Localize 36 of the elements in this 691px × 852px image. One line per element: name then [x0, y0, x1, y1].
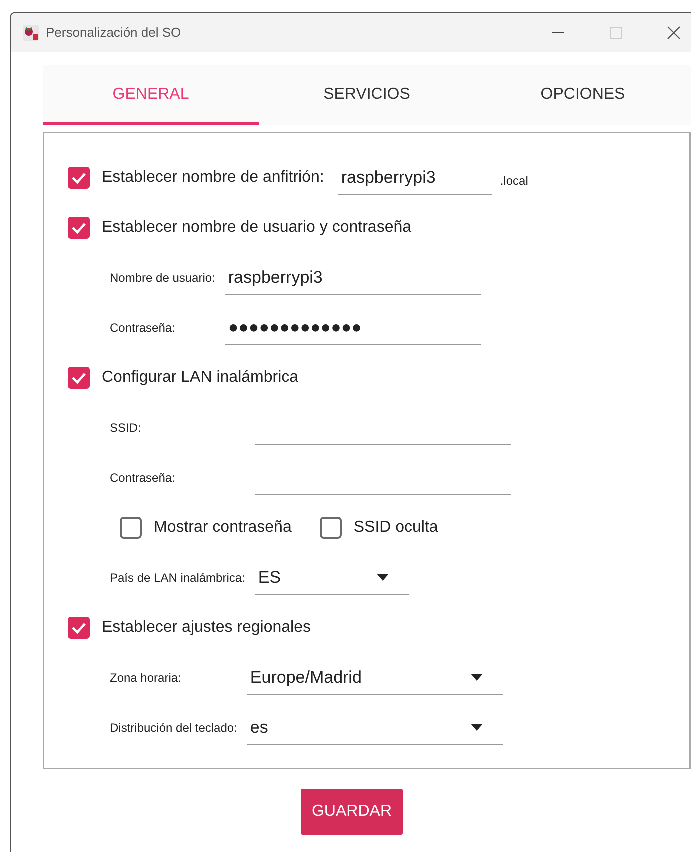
input-field[interactable]: ●●●●●●●●●●●●● [225, 311, 482, 345]
checkbox[interactable] [68, 617, 90, 639]
checkbox[interactable] [68, 217, 90, 239]
field-label: Contraseña: [110, 471, 176, 485]
tab[interactable]: GENERAL [43, 65, 259, 125]
domain-suffix: .local [500, 174, 528, 188]
field-label: País de LAN inalámbrica: [110, 571, 246, 585]
checkbox[interactable] [120, 517, 142, 539]
checkbox[interactable] [68, 167, 90, 189]
caret-icon [377, 574, 390, 581]
caret-icon [471, 724, 484, 731]
dropdown[interactable]: ES [255, 561, 410, 595]
checkbox-label: Mostrar contraseña [154, 519, 292, 537]
input-field[interactable]: raspberrypi3 [225, 261, 482, 295]
save-button[interactable]: GUARDAR [301, 789, 403, 835]
hostname-field[interactable]: raspberrypi3 [338, 161, 492, 195]
checkbox[interactable] [68, 367, 90, 389]
checkbox-label: Establecer ajustes regionales [102, 619, 312, 637]
checkbox[interactable] [320, 517, 342, 539]
dropdown[interactable]: es [247, 711, 504, 745]
checkbox-label: Establecer nombre de anfitrión: [102, 169, 324, 187]
window-title: Personalización del SO [46, 25, 182, 40]
close-icon[interactable] [667, 26, 681, 40]
field-label: Zona horaria: [110, 671, 182, 685]
field-label: SSID: [110, 421, 142, 435]
raspberry-icon [23, 24, 39, 40]
tab[interactable]: OPCIONES [475, 65, 691, 125]
checkbox-label: SSID oculta [354, 519, 438, 537]
checkbox-label: Establecer nombre de usuario y contraseña [102, 219, 412, 237]
field-label: Nombre de usuario: [110, 271, 216, 285]
dropdown[interactable]: Europe/Madrid [247, 661, 504, 695]
caret-icon [471, 674, 484, 681]
tab[interactable]: SERVICIOS [259, 65, 475, 125]
checkbox-label: Configurar LAN inalámbrica [102, 369, 299, 387]
field-label: Distribución del teclado: [110, 721, 238, 735]
field-label: Contraseña: [110, 321, 176, 335]
